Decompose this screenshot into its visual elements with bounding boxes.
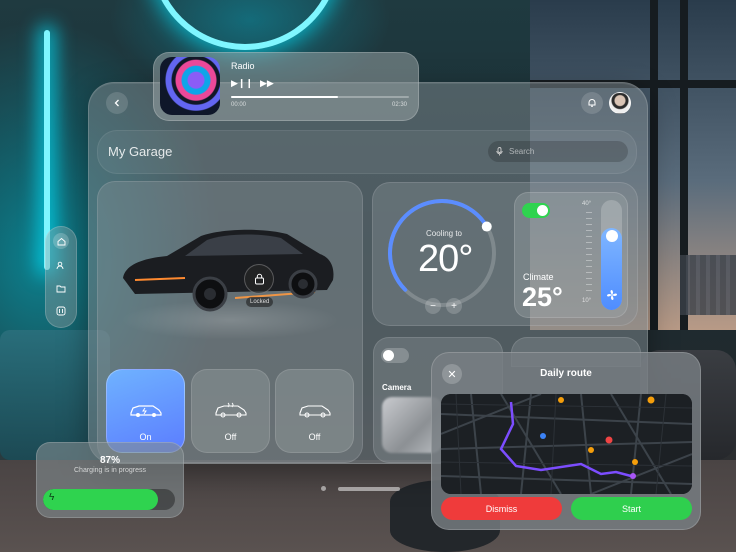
nav-settings[interactable]	[53, 303, 69, 319]
play-pause-icon[interactable]: ▶❙❙	[231, 78, 253, 89]
fan-icon	[607, 290, 617, 300]
nav-users[interactable]	[53, 257, 69, 273]
background-city	[680, 255, 736, 315]
time-total: 02:30	[392, 102, 408, 108]
car-heat-icon	[214, 402, 247, 418]
radio-progress-fill	[231, 96, 338, 98]
background-neon-arc	[150, 0, 340, 50]
mode-label-on: On	[139, 432, 152, 442]
thermostat-knob	[481, 221, 492, 232]
page-title: My Garage	[108, 144, 173, 159]
increase-temp-button[interactable]: +	[446, 298, 462, 314]
search-input[interactable]	[509, 147, 619, 156]
scale-low: 10°	[582, 298, 592, 304]
sliders-icon	[56, 306, 66, 316]
start-route-button[interactable]: Start	[571, 497, 692, 520]
search-box[interactable]	[488, 141, 628, 162]
user-avatar[interactable]	[609, 92, 631, 114]
charge-percent: 87%	[99, 455, 120, 466]
radio-title: Radio	[231, 61, 255, 71]
route-title: Daily route	[540, 368, 592, 379]
folder-icon	[56, 285, 66, 292]
thermostat-caption: Cooling to	[425, 229, 463, 238]
charge-status: Charging is in progress	[74, 467, 146, 474]
charge-bar	[43, 489, 175, 510]
heater-mode-button[interactable]: Off	[191, 369, 270, 453]
chevron-left-icon	[114, 99, 119, 107]
pager-active[interactable]	[338, 487, 400, 491]
camera-label: Camera	[382, 383, 412, 392]
charge-bar-fill	[43, 489, 158, 510]
decrease-temp-button[interactable]: −	[425, 298, 441, 314]
bell-icon	[588, 99, 596, 107]
lock-button[interactable]	[244, 264, 274, 294]
scale-ticks	[586, 212, 592, 294]
notifications-button[interactable]	[581, 92, 603, 114]
car-image	[123, 229, 334, 312]
lock-status-label: Locked	[246, 297, 274, 307]
mode-label-off-2: Off	[308, 432, 321, 442]
fast-forward-icon[interactable]: ▶▶	[260, 78, 274, 89]
climate-toggle[interactable]	[522, 203, 550, 218]
car-outline-icon	[298, 405, 331, 418]
pager-dot[interactable]	[321, 486, 326, 491]
camera-toggle[interactable]	[381, 348, 409, 363]
home-icon	[57, 237, 65, 245]
lock-icon	[254, 273, 264, 285]
thermostat-temperature: 20°	[418, 238, 473, 280]
car-charging-icon	[129, 405, 162, 417]
close-route-button[interactable]: ✕	[442, 364, 462, 384]
mode-label-off: Off	[224, 432, 237, 442]
route-map[interactable]	[441, 394, 692, 494]
time-elapsed: 00:00	[231, 102, 247, 108]
radio-progress[interactable]	[231, 96, 409, 98]
lightning-icon: ϟ	[49, 492, 55, 503]
close-icon: ✕	[447, 368, 457, 381]
charge-mode-button[interactable]: On	[106, 369, 185, 453]
back-button[interactable]	[106, 92, 128, 114]
album-art	[160, 57, 220, 115]
users-icon	[56, 261, 64, 269]
scale-high: 40°	[582, 201, 592, 207]
nav-files[interactable]	[53, 280, 69, 296]
microphone-icon[interactable]	[496, 147, 503, 156]
climate-slider-knob[interactable]	[606, 229, 618, 242]
climate-label: Climate	[523, 272, 554, 282]
dismiss-button[interactable]: Dismiss	[441, 497, 562, 520]
climate-temperature: 25°	[522, 282, 563, 312]
nav-home[interactable]	[53, 233, 69, 249]
trunk-mode-button[interactable]: Off	[275, 369, 354, 453]
